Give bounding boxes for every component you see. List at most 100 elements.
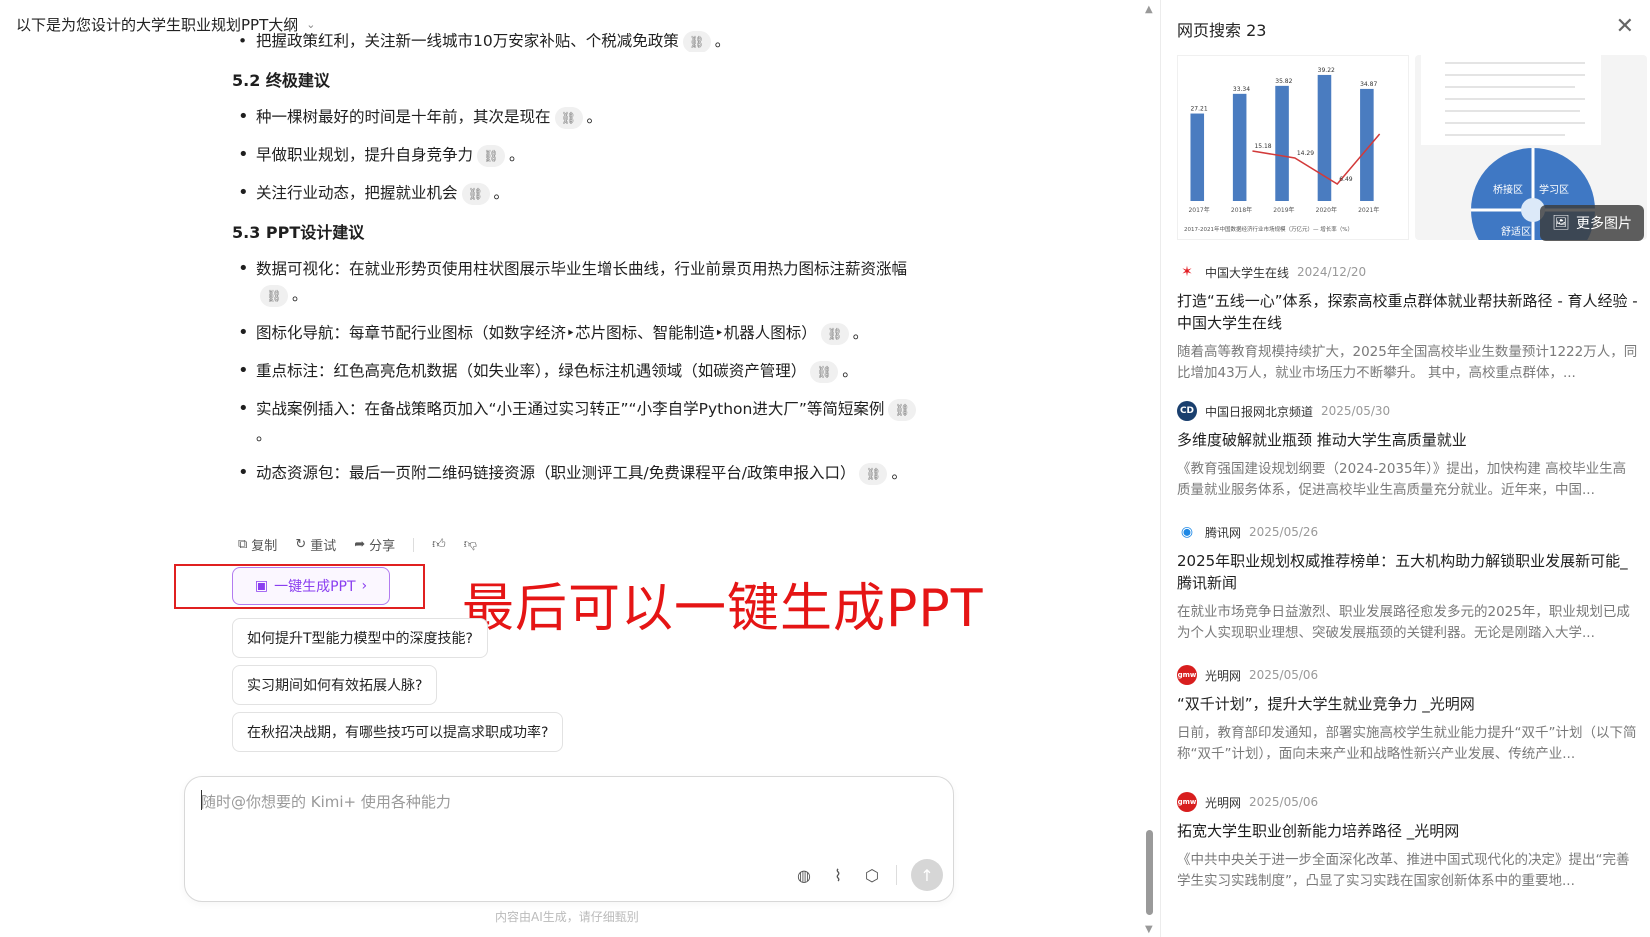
chart-bar (1317, 74, 1332, 201)
result-date: 2025/05/26 (1249, 525, 1319, 539)
diagram-label: 学习区 (1539, 183, 1569, 196)
source-link-icon[interactable]: ⛓ (810, 360, 839, 383)
web-search-panel: 网页搜索 23 ✕ 27.21 2017年 33.34 2018年 35.82 2019年… (1160, 0, 1650, 937)
list-5-3: 数据可视化：在就业形势页使用柱状图展示毕业生增长曲线，行业前景页用热力图标注薪资… (232, 256, 952, 486)
copy-button[interactable]: ⧉ 复制 (238, 535, 277, 554)
list-item: 种一棵树最好的时间是十年前，其次是现在⛓。 (232, 104, 952, 130)
message-actions: ⧉ 复制 ↻ 重试 ➦ 分享 👍︎ 👎︎ (238, 535, 477, 554)
source-name: 光明网 (1205, 668, 1242, 683)
presentation-icon: ▣ (254, 578, 269, 594)
search-result[interactable]: ✶ 中国大学生在线 2024/12/20 打造“五线一心”体系，探索高校重点群体就业… (1177, 262, 1639, 384)
result-date: 2025/05/06 (1249, 795, 1319, 809)
source-link-icon[interactable]: ⛓ (260, 284, 288, 307)
source-link-icon[interactable]: ⛓ (682, 30, 711, 52)
annotation-text: 最后可以一键生成PPT (462, 579, 984, 639)
chart-bar-label: 27.21 (1190, 106, 1207, 113)
list-item: 重点标注：红色高亮危机数据（如失业率），绿色标注机遇领域（如碳资产管理）⛓。 (232, 358, 952, 384)
diagram-label: 桥接区 (1493, 183, 1523, 196)
suggestion-chip[interactable]: 在秋招决战期，有哪些技巧可以提高求职成功率? (232, 712, 564, 752)
chart-bar-label: 39.22 (1318, 67, 1335, 74)
scroll-down-icon[interactable]: ▼ (1145, 924, 1153, 935)
chat-input-box[interactable]: 随时@你想要的 Kimi+ 使用各种能力 ◍ ⌇ ⬡ ↑ (184, 776, 954, 902)
chart-bar-label: 34.87 (1360, 81, 1377, 88)
list-item: 图标化导航：每章节配行业图标（如数字经济‣芯片图标、智能制造‣机器人图标）⛓。 (232, 320, 952, 346)
send-button[interactable]: ↑ (911, 859, 943, 891)
share-button[interactable]: ➦ 分享 (354, 535, 395, 554)
chart-tick-label: 2021年 (1358, 206, 1379, 214)
search-result[interactable]: gmw 光明网 2025/05/06 拓宽大学生职业创新能力培养路径 _光明网 《中… (1177, 792, 1639, 892)
chart-line-label: 14.29 (1297, 150, 1314, 157)
result-title[interactable]: “双千计划”，提升大学生就业竞争力 _光明网 (1177, 693, 1639, 715)
chart-line-label: 15.18 (1254, 143, 1271, 150)
source-link-icon[interactable]: ⛓ (820, 322, 849, 345)
copy-icon: ⧉ (238, 537, 248, 552)
search-result[interactable]: ◉ 腾讯网 2025/05/26 2025年职业规划权威推荐榜单：五大机构助力解锁职… (1177, 522, 1639, 644)
source-logo-icon: gmw (1177, 665, 1197, 685)
image-icon: 🖼︎ (1552, 215, 1570, 231)
more-images-button[interactable]: 🖼︎ 更多图片 (1540, 205, 1644, 241)
section-heading-5-3: 5.3 PPT设计建议 (232, 223, 365, 242)
input-toolbar: ◍ ⌇ ⬡ ↑ (794, 859, 943, 891)
result-date: 2024/12/20 (1297, 265, 1367, 279)
thumbs-down-button[interactable]: 👎︎ (464, 537, 477, 552)
divider (896, 865, 897, 885)
retry-button[interactable]: ↻ 重试 (295, 535, 336, 554)
source-logo-icon: gmw (1177, 792, 1197, 812)
arrow-up-icon: ↑ (920, 865, 934, 885)
search-image-chart[interactable]: 27.21 2017年 33.34 2018年 35.82 2019年 39.22 2020年… (1177, 55, 1409, 240)
chart-legend: 2017-2021年中国数据经济行业市场规模（万亿元）— 增长率（%） (1184, 225, 1353, 233)
chart-bar-label: 35.82 (1275, 78, 1292, 85)
suggestion-chip[interactable]: 实习期间如何有效拓展人脉? (232, 665, 438, 705)
refresh-icon: ↻ (295, 537, 307, 552)
divider (413, 537, 415, 552)
chart-bar (1360, 88, 1374, 201)
result-title[interactable]: 多维度破解就业瓶颈 推动大学生高质量就业 (1177, 429, 1639, 451)
generate-ppt-button[interactable]: ▣ 一键生成PPT › (232, 567, 390, 605)
chart-tick-label: 2017年 (1188, 206, 1209, 214)
chart-bar (1275, 85, 1289, 201)
source-name: 光明网 (1205, 795, 1242, 810)
result-date: 2025/05/06 (1249, 668, 1319, 682)
chart-line-label: 6.49 (1339, 176, 1353, 183)
cube-icon[interactable]: ⬡ (862, 865, 882, 885)
list-item: 数据可视化：在就业形势页使用柱状图展示毕业生增长曲线，行业前景页用热力图标注薪资… (232, 256, 952, 308)
chart-tick-label: 2019年 (1273, 206, 1294, 214)
source-link-icon[interactable]: ⛓ (554, 106, 583, 129)
result-snippet: 随着高等教育规模持续扩大，2025年全国高校毕业生数量预计1222万人，同比增加… (1177, 344, 1638, 381)
share-icon: ➦ (354, 537, 366, 552)
source-logo-icon: CD (1177, 401, 1197, 421)
diagram-label: 舒适区 (1501, 225, 1531, 238)
source-link-icon[interactable]: ⛓ (477, 144, 506, 167)
thumbs-up-button[interactable]: 👍︎ (432, 537, 446, 552)
scrollbar-thumb[interactable] (1146, 830, 1153, 915)
source-link-icon[interactable]: ⛓ (888, 398, 917, 421)
thumbs-up-icon: 👍︎ (432, 537, 446, 552)
result-date: 2025/05/30 (1321, 404, 1391, 418)
chevron-right-icon: › (361, 578, 368, 594)
result-title[interactable]: 拓宽大学生职业创新能力培养路径 _光明网 (1177, 820, 1639, 842)
suggestion-chip[interactable]: 如何提升T型能力模型中的深度技能? (232, 618, 488, 658)
result-title[interactable]: 打造“五线一心”体系，探索高校重点群体就业帮扶新路径 - 育人经验 - 中国大学… (1177, 290, 1639, 334)
mini-bar-chart: 27.21 2017年 33.34 2018年 35.82 2019年 39.22 2020年… (1184, 67, 1381, 233)
chat-scrollbar[interactable]: ▲ ▼ (1144, 0, 1156, 937)
cut-off-list-item: 把握政策红利，关注新一线城市10万安家补贴、个税减免政策⛓。 (232, 28, 952, 52)
source-link-icon[interactable]: ⛓ (461, 182, 490, 205)
chat-input-placeholder: 随时@你想要的 Kimi+ 使用各种能力 (201, 793, 451, 811)
app-root: 以下是为您设计的大学生职业规划PPT大纲 ⌄ 把握政策红利，关注新一线城市10万… (0, 0, 1650, 937)
panel-title: 网页搜索 23 (1177, 21, 1267, 40)
list-item: 实战案例插入：在备战策略页加入“小王通过实习转正”“小李自学Python进大厂”… (232, 396, 952, 448)
close-icon[interactable]: ✕ (1616, 14, 1634, 39)
result-title[interactable]: 2025年职业规划权威推荐榜单：五大机构助力解锁职业发展新可能_腾讯新闻 (1177, 550, 1639, 594)
search-result[interactable]: CD 中国日报网北京频道 2025/05/30 多维度破解就业瓶颈 推动大学生高质量… (1177, 401, 1639, 501)
source-link-icon[interactable]: ⛓ (859, 462, 888, 485)
result-snippet: 《教育强国建设规划纲要（2024-2035年）》提出，加快构建 高校毕业生高质量… (1177, 461, 1627, 498)
scroll-up-icon[interactable]: ▲ (1145, 4, 1153, 15)
search-result[interactable]: gmw 光明网 2025/05/06 “双千计划”，提升大学生就业竞争力 _光明网 … (1177, 665, 1639, 765)
paperclip-icon[interactable]: ⌇ (828, 865, 848, 885)
list-item: 早做职业规划，提升自身竞争力⛓。 (232, 142, 952, 168)
source-name: 中国日报网北京频道 (1205, 404, 1314, 419)
globe-icon[interactable]: ◍ (794, 865, 814, 885)
answer-content: 把握政策红利，关注新一线城市10万安家补贴、个税减免政策⛓。 5.2 终极建议 … (232, 28, 952, 498)
thumbs-down-icon: 👎︎ (463, 537, 477, 552)
chart-tick-label: 2018年 (1231, 206, 1252, 214)
